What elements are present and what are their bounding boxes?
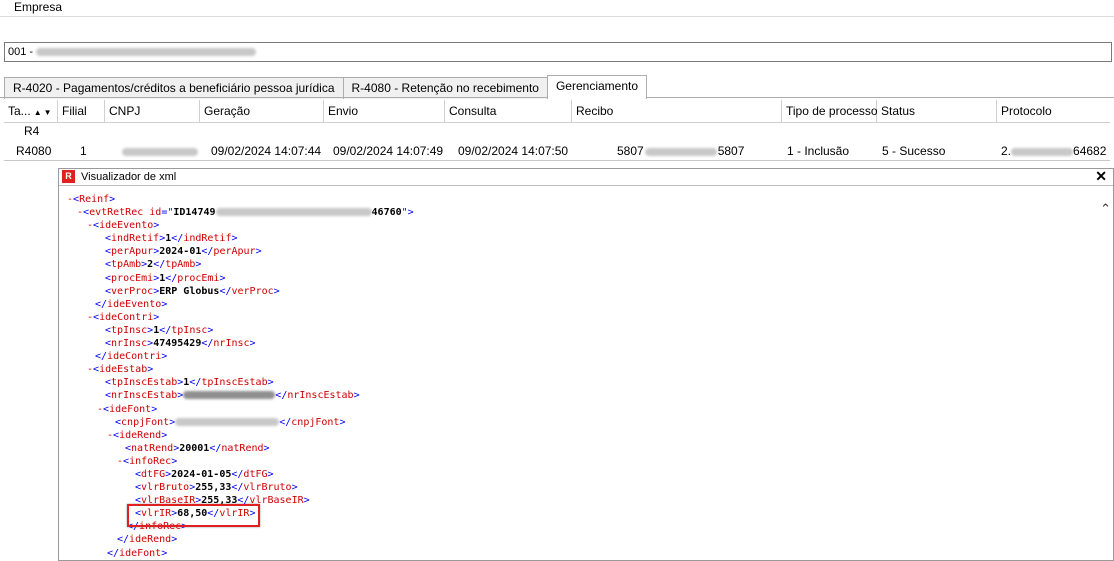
col-tabela-label: Ta... <box>8 104 31 118</box>
protocolo-end: 64682 <box>1073 144 1107 158</box>
vlrir-highlight-box <box>127 504 260 527</box>
cell-protocolo: 2. 64682 <box>1001 142 1106 160</box>
col-tabela[interactable]: Ta... ▲ ▼ <box>4 100 58 122</box>
tab-bar: R-4020 - Pagamentos/créditos a beneficiá… <box>4 75 648 99</box>
filter-icon[interactable]: ▼ <box>44 108 52 117</box>
xml-node-indretif: <indRetif>1</indRetif> <box>105 233 238 245</box>
xml-node-idecontri-close: </ideContri> <box>95 351 168 363</box>
divider <box>0 16 1114 17</box>
cell-cnpj <box>122 142 198 160</box>
xml-node-inforec[interactable]: -<infoRec> <box>67 455 414 468</box>
cell-recibo: 5807 5807 <box>617 142 744 160</box>
recibo-end: 5807 <box>717 144 745 158</box>
xml-node-verproc: <verProc>ERP Globus</verProc> <box>105 285 280 297</box>
col-geracao[interactable]: Geração <box>200 100 324 122</box>
xml-viewer-title: Visualizador de xml <box>81 171 177 183</box>
xml-node-ideevento-close: </ideEvento> <box>95 298 168 310</box>
xml-node-iderend-close: </ideRend> <box>117 534 178 546</box>
xml-node-cnpjfont: <cnpjFont> </cnpjFont> <box>115 416 346 428</box>
col-tipo-processo[interactable]: Tipo de processo <box>782 100 878 122</box>
empresa-label: Empresa <box>14 0 63 14</box>
tab-r4080[interactable]: R-4080 - Retenção no recebimento <box>342 77 548 99</box>
xml-node-nrinsc: <nrInsc>47495429</nrInsc> <box>105 338 256 350</box>
col-filial[interactable]: Filial <box>58 100 105 122</box>
cell-consulta: 09/02/2024 14:07:50 <box>458 144 569 158</box>
cell-envio: 09/02/2024 14:07:49 <box>333 144 444 158</box>
xml-node-evtretrec[interactable]: -<evtRetRec id="ID14749 46760"> <box>67 206 414 219</box>
xml-node-dtfg: <dtFG>2024-01-05</dtFG> <box>135 468 274 480</box>
xml-viewer-window: R Visualizador de xml ✕ ⌃ -<Reinf> -<evt… <box>58 168 1114 561</box>
empresa-name-blurred <box>36 48 257 57</box>
xml-node-reinf[interactable]: -<Reinf> <box>67 193 414 206</box>
xml-node-tpinsc: <tpInsc>1</tpInsc> <box>105 324 214 336</box>
protocolo-start: 2. <box>1001 144 1012 158</box>
cell-tabela: R4080 <box>16 144 52 158</box>
col-consulta[interactable]: Consulta <box>445 100 572 122</box>
xml-viewer-titlebar: R Visualizador de xml ✕ <box>59 168 1113 186</box>
sort-up-icon[interactable]: ▲ <box>34 108 42 117</box>
group-row[interactable]: R4 <box>24 124 39 138</box>
col-cnpj[interactable]: CNPJ <box>105 100 200 122</box>
xml-node-ideestab[interactable]: -<ideEstab> <box>67 363 414 376</box>
xml-node-natrend: <natRend>20001</natRend> <box>125 442 270 454</box>
col-recibo[interactable]: Recibo <box>572 100 782 122</box>
tab-gerenciamento[interactable]: Gerenciamento <box>546 75 648 99</box>
col-status[interactable]: Status <box>877 100 997 122</box>
xml-node-tpamb: <tpAmb>2</tpAmb> <box>105 259 202 271</box>
scroll-up-icon[interactable]: ⌃ <box>1100 201 1111 217</box>
reinf-app-icon: R <box>62 170 75 183</box>
close-icon[interactable]: ✕ <box>1095 168 1107 185</box>
xml-node-idefont-close: </ideFont> <box>107 547 168 559</box>
recibo-start: 5807 <box>617 144 644 158</box>
xml-node-ideevento[interactable]: -<ideEvento> <box>67 219 414 232</box>
xml-node-perapur: <perApur>2024-01</perApur> <box>105 246 262 258</box>
empresa-code: 001 - <box>8 46 34 58</box>
table-row[interactable]: R4080 1 09/02/2024 14:07:44 09/02/2024 1… <box>4 142 1110 161</box>
cell-status: 5 - Sucesso <box>882 144 946 158</box>
col-envio[interactable]: Envio <box>324 100 445 122</box>
xml-node-procemi: <procEmi>1</procEmi> <box>105 272 226 284</box>
col-protocolo[interactable]: Protocolo <box>997 100 1110 122</box>
cell-geracao: 09/02/2024 14:07:44 <box>211 144 322 158</box>
xml-node-vlrbruto: <vlrBruto>255,33</vlrBruto> <box>135 482 298 494</box>
empresa-field[interactable]: 001 - <box>4 42 1112 62</box>
cell-tipo: 1 - Inclusão <box>787 144 850 158</box>
tab-r4020[interactable]: R-4020 - Pagamentos/créditos a beneficiá… <box>4 77 344 99</box>
grid-header: Ta... ▲ ▼ Filial CNPJ Geração Envio Consul… <box>4 100 1110 123</box>
xml-node-idecontri[interactable]: -<ideContri> <box>67 311 414 324</box>
xml-node-iderend[interactable]: -<ideRend> <box>67 429 414 442</box>
cell-filial: 1 <box>80 144 87 158</box>
xml-node-nrinscestab: <nrInscEstab> </nrInscEstab> <box>105 390 360 402</box>
xml-node-tpinscestab: <tpInscEstab>1</tpInscEstab> <box>105 377 274 389</box>
xml-node-idefont[interactable]: -<ideFont> <box>67 403 414 416</box>
